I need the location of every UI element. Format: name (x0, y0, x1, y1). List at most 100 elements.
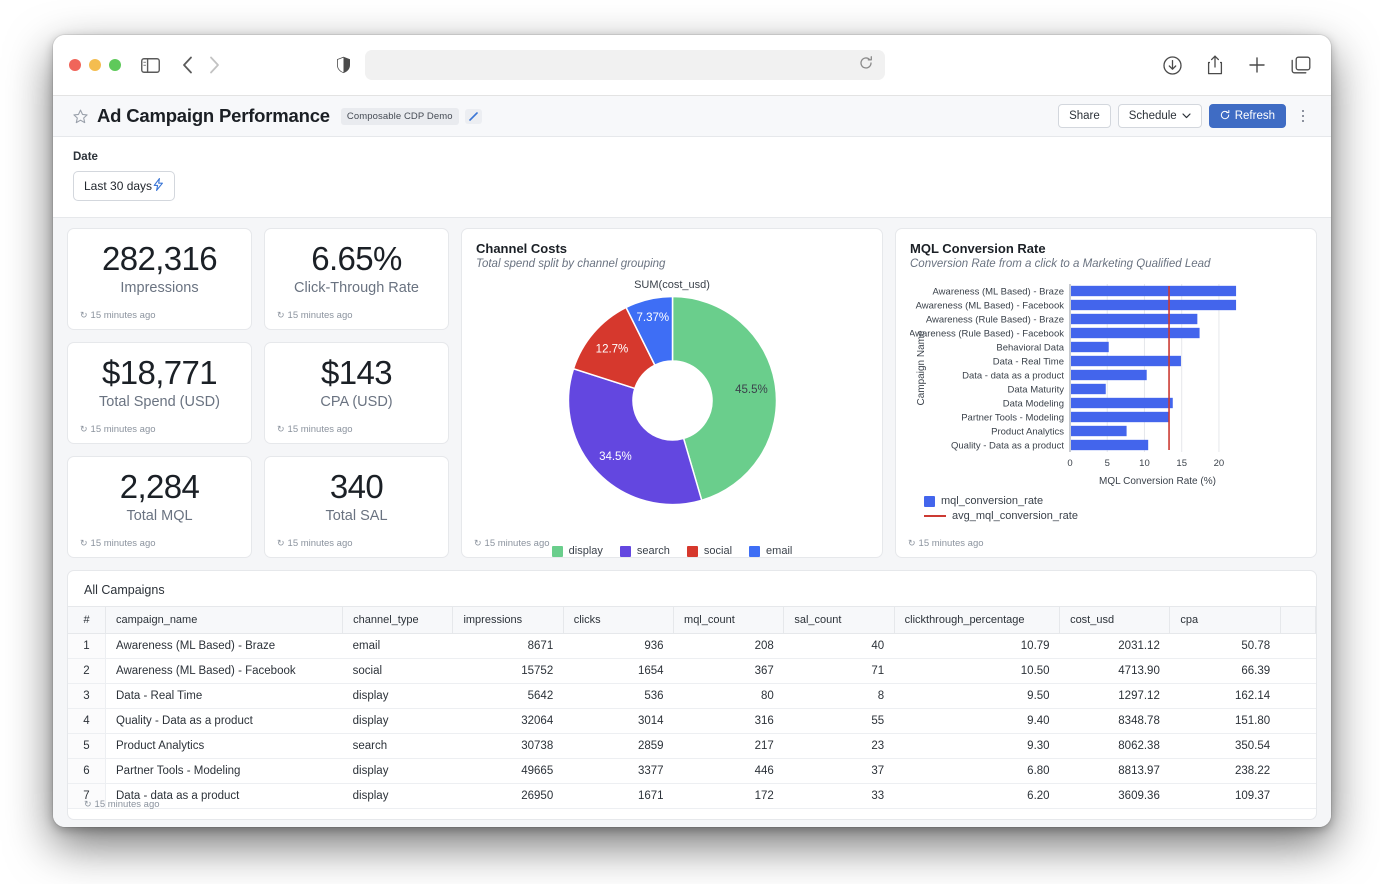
chart-title: MQL Conversion Rate (910, 241, 1046, 256)
table-cell: 208 (673, 633, 784, 659)
minimize-window-button[interactable] (89, 59, 101, 71)
table-cell: 9.30 (894, 733, 1060, 759)
table-column-header[interactable] (1280, 606, 1316, 634)
refresh-stamp: ↻ 15 minutes ago (80, 538, 156, 549)
table-cell: 50.78 (1169, 633, 1281, 659)
channel-costs-card[interactable]: Channel Costs Total spend split by chann… (461, 228, 883, 558)
table-cell: 5 (68, 733, 106, 759)
y-tick-label: Behavioral Data (996, 342, 1064, 353)
y-tick-label: Data Modeling (1003, 398, 1064, 409)
x-tick-label: 0 (1067, 458, 1072, 469)
bar[interactable] (1071, 383, 1106, 395)
close-window-button[interactable] (69, 59, 81, 71)
table-row[interactable]: 2 Awareness (ML Based) - Facebook social 15… (68, 658, 1316, 684)
legend-item[interactable]: search (619, 545, 670, 557)
bar[interactable] (1071, 327, 1200, 339)
legend-label: mql_conversion_rate (941, 495, 1044, 507)
stamp-text: 15 minutes ago (90, 538, 156, 549)
table-row[interactable]: 5 Product Analytics search 30738 2859 217 23 9.… (68, 733, 1316, 759)
kpi-tile[interactable]: $143 CPA (USD) ↻ 15 minutes ago (264, 342, 449, 444)
donut-chart: 45.5% 34.5% 12.7% 7.37% (476, 293, 868, 541)
star-icon[interactable] (73, 109, 88, 124)
all-campaigns-card: All Campaigns # campaign_name channel_type… (67, 570, 1317, 820)
table-column-header[interactable]: # (68, 606, 106, 634)
legend-swatch (924, 495, 935, 507)
donut-svg: 45.5% 34.5% 12.7% 7.37% (567, 295, 777, 506)
bar[interactable] (1071, 355, 1181, 367)
share-button[interactable]: Share (1058, 104, 1111, 128)
kpi-tile[interactable]: 282,316 Impressions ↻ 15 minutes ago (67, 228, 252, 330)
bar[interactable] (1071, 439, 1149, 451)
legend-item[interactable]: mql_conversion_rate (924, 495, 1302, 507)
legend-item[interactable]: display (551, 545, 603, 557)
table-cell: social (342, 658, 453, 684)
reload-icon[interactable] (859, 55, 873, 75)
kebab-menu-icon[interactable] (1293, 104, 1313, 128)
legend-label: search (636, 545, 670, 557)
table-row[interactable]: 7 Data - data as a product display 26950 167… (68, 783, 1316, 809)
table-cell: 9.50 (894, 683, 1060, 709)
table-row[interactable]: 6 Partner Tools - Modeling display 49665 337… (68, 758, 1316, 784)
donut-slice-label: 12.7% (595, 344, 628, 356)
bar[interactable] (1071, 425, 1127, 437)
filter-bar: Date Last 30 days (53, 137, 1331, 218)
table-column-header[interactable]: clicks (563, 606, 675, 634)
top-row: 282,316 Impressions ↻ 15 minutes ago 6.65… (67, 228, 1317, 558)
legend-item[interactable]: social (686, 545, 732, 557)
table-column-header[interactable]: campaign_name (105, 606, 344, 634)
browser-toolbar (53, 35, 1331, 96)
table-column-header[interactable]: cpa (1169, 606, 1281, 634)
kpi-tile[interactable]: $18,771 Total Spend (USD) ↻ 15 minutes ag… (67, 342, 252, 444)
refresh-stamp: ↻ 15 minutes ago (277, 538, 353, 549)
donut-slice-label: 7.37% (636, 312, 669, 324)
kpi-tile[interactable]: 340 Total SAL ↻ 15 minutes ago (264, 456, 449, 558)
share-icon[interactable] (1207, 55, 1223, 75)
table-cell: 367 (673, 658, 784, 684)
table-column-header[interactable]: cost_usd (1059, 606, 1171, 634)
table-row[interactable]: 3 Data - Real Time display 5642 536 80 8 9.50 12… (68, 683, 1316, 709)
refresh-button[interactable]: Refresh (1208, 104, 1286, 128)
kpi-tile[interactable]: 6.65% Click-Through Rate ↻ 15 minutes ago (264, 228, 449, 330)
forward-arrow-icon[interactable] (209, 56, 220, 74)
schedule-button[interactable]: Schedule (1117, 104, 1202, 128)
x-tick-label: 15 (1176, 458, 1187, 469)
kpi-tile[interactable]: 2,284 Total MQL ↻ 15 minutes ago (67, 456, 252, 558)
tab-overview-icon[interactable] (1291, 56, 1311, 75)
workspace-chip[interactable]: Composable CDP Demo (340, 107, 459, 125)
maximize-window-button[interactable] (109, 59, 121, 71)
table-cell: 6 (68, 758, 106, 784)
legend-item[interactable]: avg_mql_conversion_rate (924, 510, 1302, 522)
table-cell: 55 (783, 708, 895, 734)
table-cell: 49665 (452, 758, 564, 784)
mql-conversion-card[interactable]: MQL Conversion Rate Conversion Rate from… (895, 228, 1317, 558)
bar[interactable] (1071, 411, 1170, 423)
bar[interactable] (1071, 299, 1237, 311)
stamp-text: 15 minutes ago (90, 424, 156, 435)
bar[interactable] (1071, 313, 1198, 325)
table-column-header[interactable]: mql_count (673, 606, 785, 634)
table-column-header[interactable]: impressions (452, 606, 564, 634)
bar[interactable] (1071, 341, 1109, 353)
bar-chart-svg: 0 5 10 15 20 Awareness (ML Based) - Braze Awar… (909, 284, 1237, 487)
table-column-header[interactable]: clickthrough_percentage (894, 606, 1061, 634)
bar[interactable] (1071, 397, 1173, 409)
plus-icon[interactable] (1248, 56, 1266, 74)
back-arrow-icon[interactable] (182, 56, 193, 74)
bar[interactable] (1071, 285, 1237, 297)
shield-icon[interactable] (336, 56, 351, 74)
table-cell: 66.39 (1169, 658, 1281, 684)
table-row[interactable]: 4 Quality - Data as a product display 32064… (68, 708, 1316, 734)
header-actions: Share Schedule Refresh (1058, 104, 1313, 128)
legend-item[interactable]: email (749, 545, 792, 557)
date-filter-control[interactable]: Last 30 days (73, 171, 176, 201)
table-cell: Awareness (ML Based) - Facebook (105, 658, 343, 684)
table-column-header[interactable]: channel_type (342, 606, 454, 634)
bar[interactable] (1071, 369, 1147, 381)
table-column-header[interactable]: sal_count (783, 606, 895, 634)
download-icon[interactable] (1163, 55, 1182, 75)
sidebar-icon[interactable] (141, 57, 160, 73)
address-bar[interactable] (365, 50, 885, 80)
pencil-icon[interactable] (464, 108, 482, 124)
table-row[interactable]: 1 Awareness (ML Based) - Braze email 8671 93… (68, 633, 1316, 659)
table-cell: 15752 (452, 658, 564, 684)
